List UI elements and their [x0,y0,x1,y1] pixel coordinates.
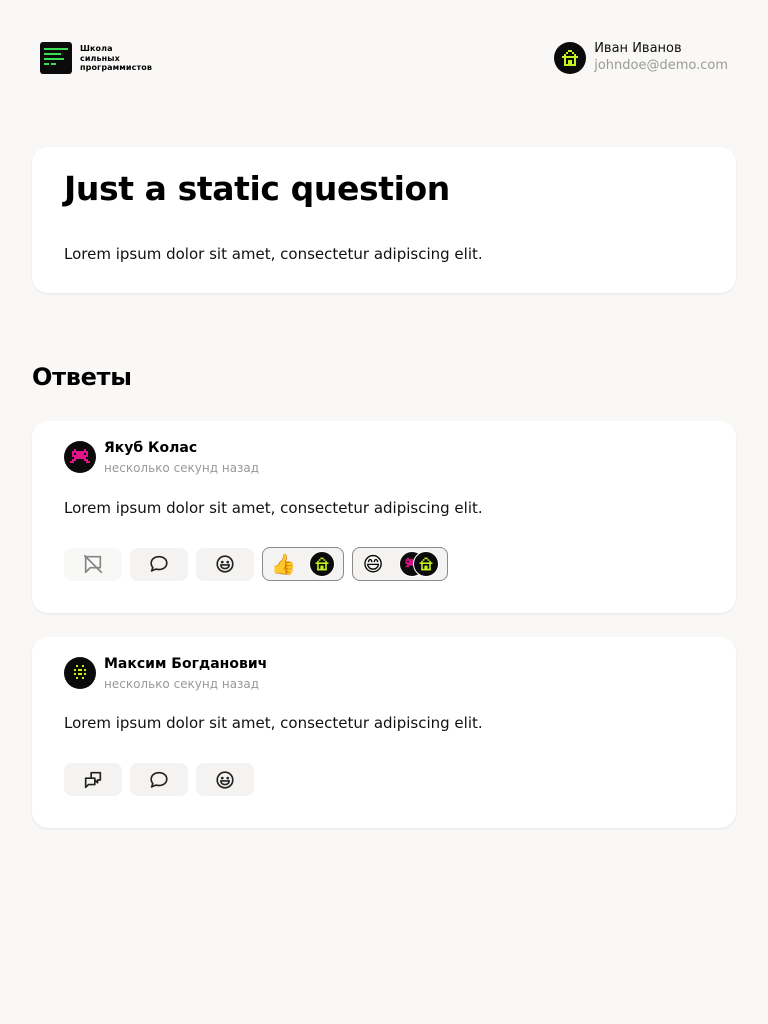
answers-section-title: Ответы [32,363,132,391]
author-info: Якуб Колас несколько секунд назад [104,439,259,477]
add-reaction-button[interactable] [196,547,254,581]
user-profile[interactable]: Иван Иванов johndoe@demo.com [554,41,728,75]
smiley-icon [216,555,234,573]
mark-answer-button[interactable] [64,763,122,796]
chat-flag-icon [84,771,102,788]
answer-actions [64,763,262,796]
add-reaction-button[interactable] [196,763,254,796]
logo-line: программистов [80,63,152,72]
user-info: Иван Иванов johndoe@demo.com [594,41,728,75]
terminal-lines-icon [40,42,72,74]
question-body: Lorem ipsum dolor sit amet, consectetur … [64,245,483,263]
reactors [309,551,335,577]
logo[interactable]: Школа сильных программистов [40,42,152,74]
smiley-icon [216,770,234,789]
mark-answer-button[interactable] [64,547,122,581]
reaction-grinning[interactable]: 😄 [352,547,448,581]
avatar [413,551,439,577]
answer-author: Якуб Колас несколько секунд назад [64,439,259,477]
house-pixel-icon [315,557,329,571]
chat-off-icon [83,554,103,574]
answer-body: Lorem ipsum dolor sit amet, consectetur … [64,714,483,732]
author-info: Максим Богданович несколько секунд назад [104,655,267,693]
invader-pixel-icon [70,449,90,463]
reaction-thumbs-up[interactable]: 👍 [262,547,344,581]
dots-pixel-icon [74,665,86,679]
author-name: Якуб Колас [104,440,198,456]
speech-bubble-icon [150,555,168,572]
reaction-emoji: 😄 [362,552,384,576]
question-card: Just a static question Lorem ipsum dolor… [32,147,736,293]
answer-card: Максим Богданович несколько секунд назад… [32,637,736,828]
reactors [399,551,439,577]
comment-button[interactable] [130,547,188,581]
question-title: Just a static question [64,169,450,208]
answer-card: Якуб Колас несколько секунд назад Lorem … [32,421,736,613]
reaction-emoji: 👍 [271,552,296,576]
house-pixel-icon [419,557,433,571]
header: Школа сильных программистов Иван Иванов … [40,41,728,82]
logo-line: Школа [80,44,113,53]
user-email: johndoe@demo.com [594,58,728,73]
speech-bubble-icon [150,771,168,788]
answer-body: Lorem ipsum dolor sit amet, consectetur … [64,499,483,517]
avatar[interactable] [64,441,96,473]
logo-text: Школа сильных программистов [80,44,152,73]
avatar[interactable] [64,657,96,689]
answer-author: Максим Богданович несколько секунд назад [64,655,267,693]
house-pixel-icon [562,50,579,66]
avatar [309,551,335,577]
logo-line: сильных [80,53,120,63]
answer-time: несколько секунд назад [104,677,260,691]
answer-time: несколько секунд назад [104,461,260,475]
avatar [554,42,587,74]
author-name: Максим Богданович [104,656,268,672]
user-name: Иван Иванов [594,41,682,56]
answer-actions: 👍 😄 [64,547,456,581]
comment-button[interactable] [130,763,188,796]
